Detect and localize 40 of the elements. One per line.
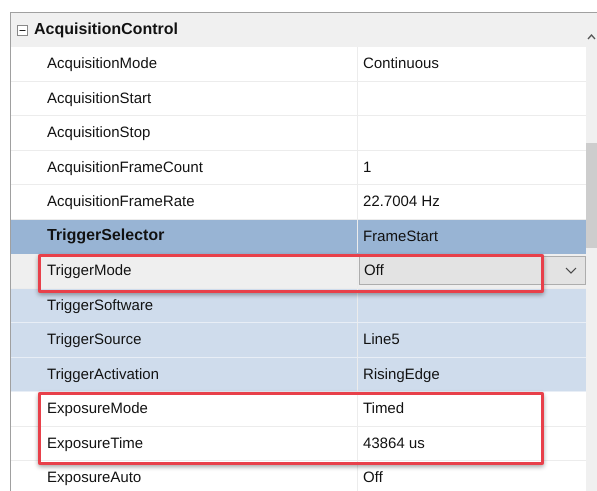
- property-name: TriggerSource: [47, 331, 142, 348]
- property-value: Off: [363, 469, 383, 486]
- property-row[interactable]: AcquisitionFrameRate 22.7004 Hz: [11, 185, 586, 220]
- category-header[interactable]: AcquisitionControl: [11, 13, 586, 47]
- scrollbar[interactable]: [586, 13, 597, 491]
- property-name: ExposureAuto: [47, 469, 142, 486]
- property-value: Line5: [363, 331, 400, 348]
- property-row[interactable]: TriggerSelector FrameStart: [11, 220, 586, 254]
- property-value: 1: [363, 158, 372, 176]
- property-row[interactable]: TriggerActivation RisingEdge: [11, 358, 586, 392]
- property-name: ExposureTime: [47, 434, 144, 452]
- property-row[interactable]: TriggerMode Off: [11, 254, 586, 288]
- property-name: TriggerSelector: [47, 227, 164, 246]
- property-value: RisingEdge: [363, 366, 440, 383]
- property-name: AcquisitionFrameCount: [47, 158, 203, 176]
- property-row[interactable]: AcquisitionStop: [11, 116, 586, 150]
- scroll-up-icon[interactable]: [587, 34, 596, 40]
- property-name: TriggerSoftware: [47, 296, 154, 314]
- property-row[interactable]: AcquisitionFrameCount 1: [11, 150, 586, 185]
- property-value: 22.7004 Hz: [363, 193, 440, 210]
- property-value: 43864 us: [363, 434, 425, 452]
- chevron-icon: [565, 267, 577, 274]
- property-row[interactable]: TriggerSource Line5: [11, 323, 586, 358]
- category-title: AcquisitionControl: [34, 21, 178, 39]
- property-value: Continuous: [363, 55, 439, 72]
- property-name: AcquisitionStop: [47, 124, 150, 142]
- property-row[interactable]: AcquisitionStart: [11, 82, 586, 116]
- property-value: FrameStart: [363, 228, 438, 245]
- scroll-thumb[interactable]: [586, 143, 597, 248]
- collapse-icon[interactable]: [17, 24, 28, 36]
- property-name: ExposureMode: [47, 400, 148, 418]
- property-name: AcquisitionMode: [47, 55, 158, 72]
- property-name: TriggerActivation: [47, 366, 159, 383]
- property-row[interactable]: ExposureTime 43864 us: [11, 426, 586, 461]
- dropdown-field[interactable]: Off: [359, 256, 586, 286]
- property-value: Timed: [363, 400, 404, 418]
- property-name: TriggerMode: [47, 262, 132, 280]
- property-row[interactable]: AcquisitionMode Continuous: [11, 47, 586, 82]
- property-name: AcquisitionFrameRate: [47, 193, 195, 210]
- property-name: AcquisitionStart: [47, 90, 152, 107]
